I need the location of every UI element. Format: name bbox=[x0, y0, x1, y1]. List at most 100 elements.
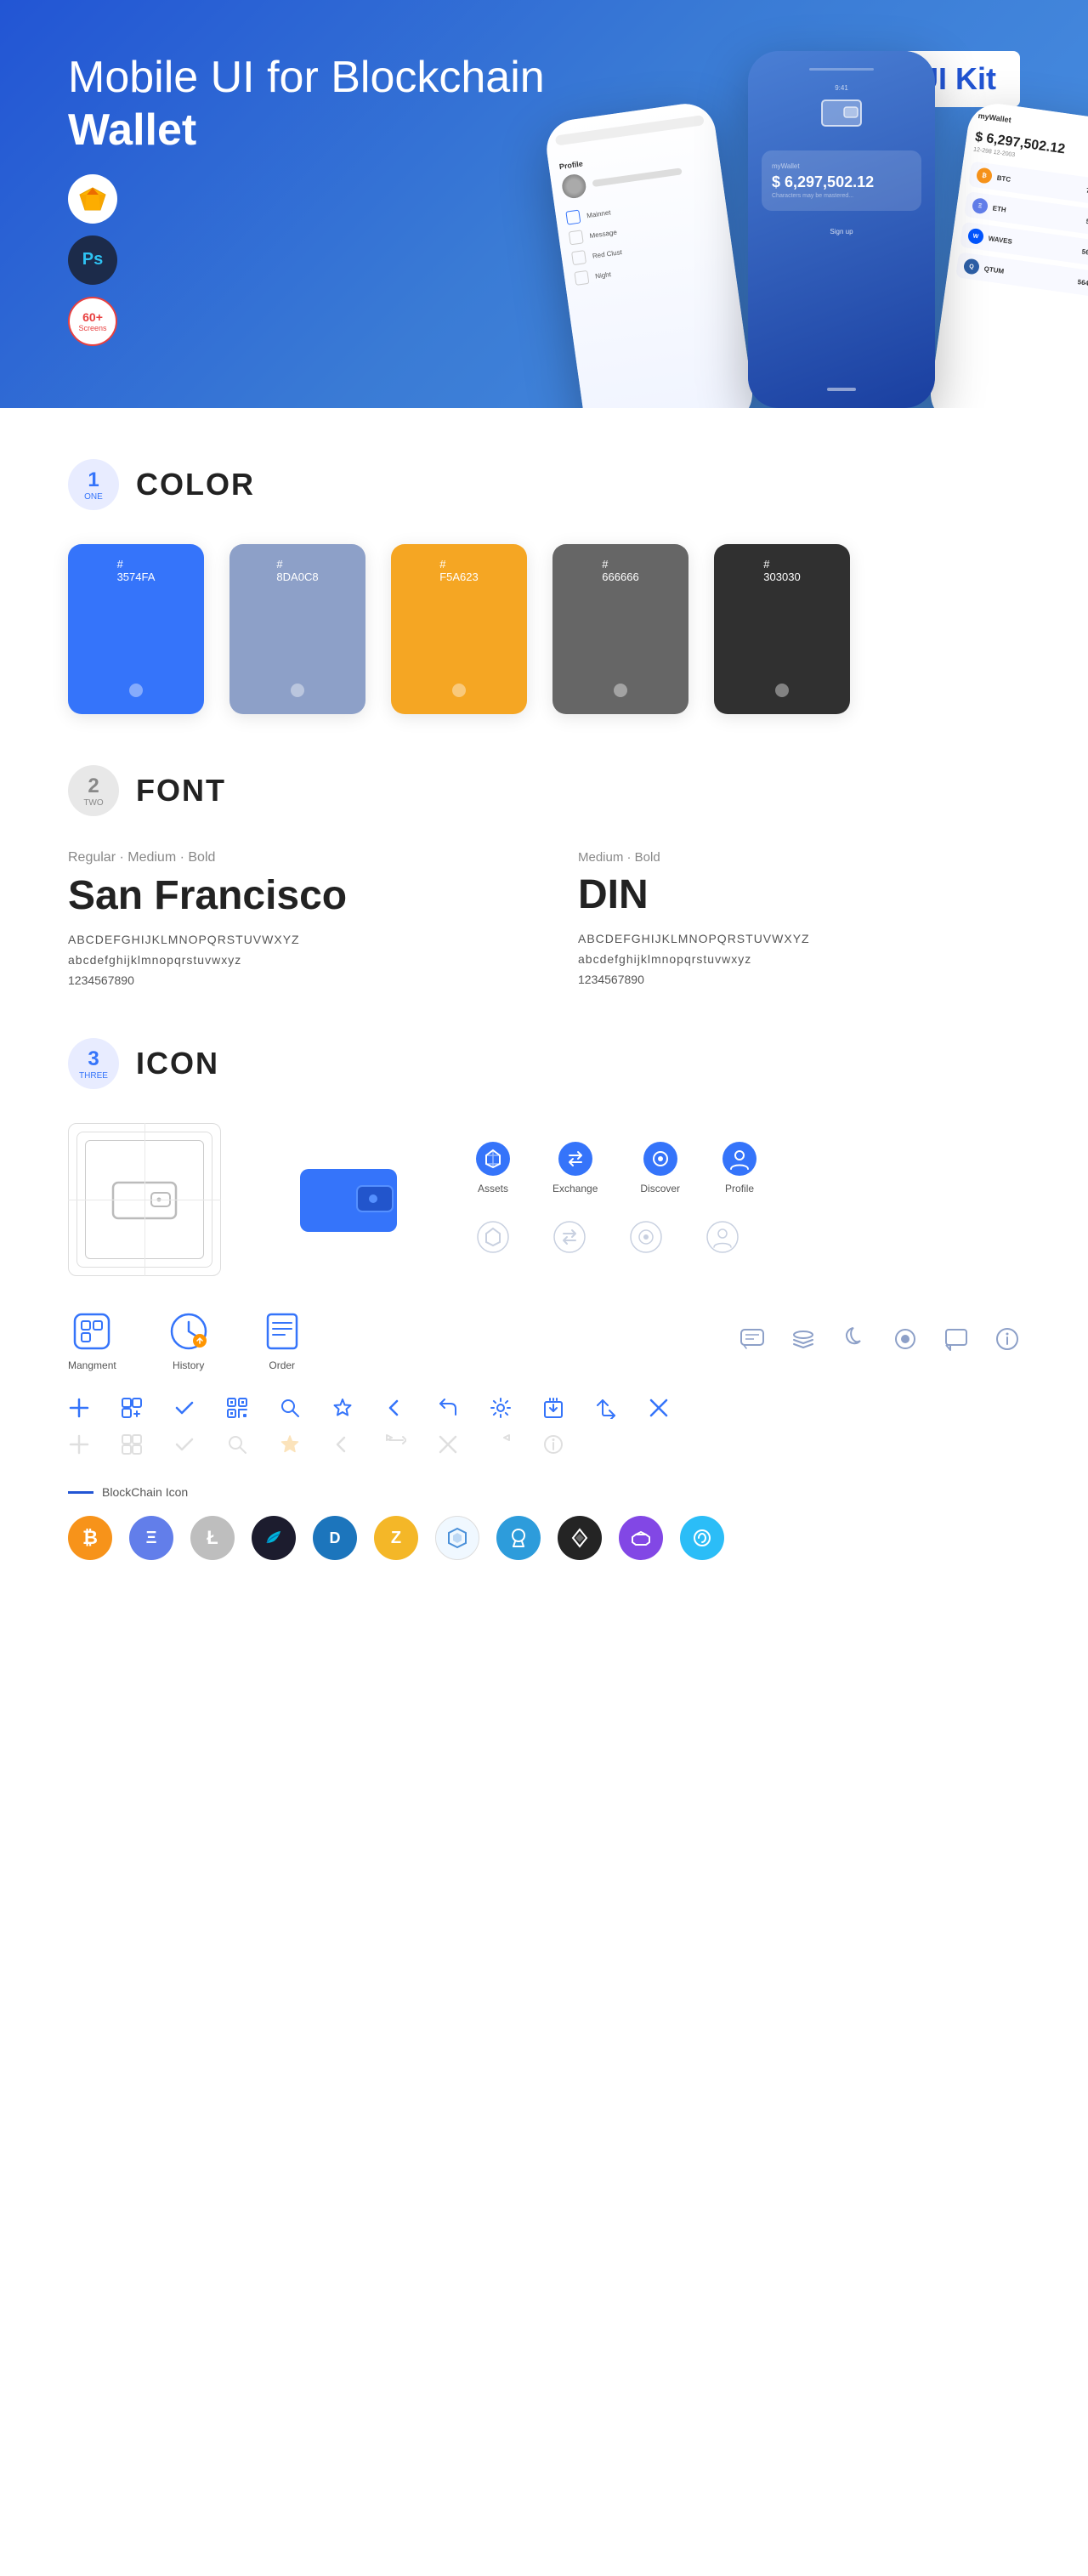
back-icon-grey bbox=[332, 1433, 354, 1460]
sketch-badge bbox=[68, 174, 117, 224]
font-title: FONT bbox=[136, 773, 226, 809]
zcash-icon: Z bbox=[374, 1516, 418, 1560]
tool-icons-grey bbox=[68, 1433, 1020, 1460]
wallet-icon-blue bbox=[272, 1123, 425, 1276]
waves-icon bbox=[252, 1516, 296, 1560]
search-icon bbox=[279, 1397, 301, 1423]
icon-top-row: Assets Exchange bbox=[68, 1123, 1020, 1276]
font-details: Regular · Medium · Bold San Francisco AB… bbox=[68, 850, 1020, 987]
font-columns: Regular · Medium · Bold San Francisco AB… bbox=[68, 850, 1020, 987]
icon-number-badge: 3 THREE bbox=[68, 1038, 119, 1089]
main-content: 1 ONE COLOR #3574FA #8DA0C8 #F5A623 #666… bbox=[0, 408, 1088, 1662]
chat-icon bbox=[740, 1326, 765, 1356]
x-icon-grey bbox=[437, 1433, 459, 1460]
replace-icon bbox=[595, 1397, 617, 1423]
font-name-din: DIN bbox=[578, 871, 1020, 918]
icon-blueprint bbox=[68, 1123, 221, 1276]
plus-icon bbox=[68, 1397, 90, 1423]
info-icon-grey bbox=[542, 1433, 564, 1460]
color-section: 1 ONE COLOR #3574FA #8DA0C8 #F5A623 #666… bbox=[68, 459, 1020, 714]
back-icon bbox=[384, 1397, 406, 1423]
nav-icons-inactive bbox=[476, 1220, 1020, 1258]
grid-icon bbox=[435, 1516, 479, 1560]
matic-icon bbox=[619, 1516, 663, 1560]
profile-label: Profile bbox=[725, 1183, 754, 1194]
nav-icons-active: Assets Exchange bbox=[476, 1142, 1020, 1194]
font-name-sf: San Francisco bbox=[68, 872, 510, 919]
redo-icon-grey bbox=[490, 1433, 512, 1460]
blockchain-line bbox=[68, 1491, 94, 1494]
icon-section: 3 THREE ICON bbox=[68, 1038, 1020, 1560]
color-swatches: #3574FA #8DA0C8 #F5A623 #666666 #303030 bbox=[68, 544, 1020, 714]
qr-icon bbox=[226, 1397, 248, 1423]
misc-icons-row bbox=[740, 1326, 1020, 1356]
search-icon-grey bbox=[226, 1433, 248, 1460]
hero-section: Mobile UI for Blockchain Wallet bbox=[0, 0, 1088, 408]
assets-label: Assets bbox=[478, 1183, 508, 1194]
assets-icon-grey bbox=[476, 1220, 510, 1258]
polygon-icon bbox=[680, 1516, 724, 1560]
screens-badge: 60+ Screens bbox=[68, 297, 117, 346]
share-icon bbox=[437, 1397, 459, 1423]
discover-label: Discover bbox=[640, 1183, 680, 1194]
aragon-icon bbox=[496, 1516, 541, 1560]
history-icon-item: History bbox=[167, 1310, 210, 1371]
management-icon-item: Mangment bbox=[68, 1310, 116, 1371]
grid-add-icon-grey bbox=[121, 1433, 143, 1460]
phone-left: Profile Mainnet Message bbox=[543, 100, 756, 408]
swatch-dark: #303030 bbox=[714, 544, 850, 714]
save-icon bbox=[542, 1397, 564, 1423]
font-section: 2 TWO FONT Regular · Medium · Bold San F… bbox=[68, 765, 1020, 987]
font-section-header: 2 TWO FONT bbox=[68, 765, 1020, 816]
check-icon-grey bbox=[173, 1433, 196, 1460]
crypto-icons-row: ₿ Ξ Ł D Z bbox=[68, 1516, 1020, 1560]
swatch-slate: #8DA0C8 bbox=[230, 544, 366, 714]
font-din: Medium · Bold DIN ABCDEFGHIJKLMNOPQRSTUV… bbox=[578, 850, 1020, 987]
info-icon bbox=[994, 1326, 1020, 1356]
assets-icon-item: Assets bbox=[476, 1142, 510, 1194]
message-icon bbox=[944, 1326, 969, 1356]
iota-icon bbox=[558, 1516, 602, 1560]
swatch-grey: #666666 bbox=[552, 544, 688, 714]
icon-section-header: 3 THREE ICON bbox=[68, 1038, 1020, 1089]
management-label: Mangment bbox=[68, 1359, 116, 1371]
layers-icon bbox=[790, 1326, 816, 1356]
font-number-badge: 2 TWO bbox=[68, 765, 119, 816]
discover-icon-item: Discover bbox=[640, 1142, 680, 1194]
phone-mockups: Profile Mainnet Message bbox=[561, 51, 1088, 408]
ps-badge: Ps bbox=[68, 235, 117, 285]
dot-icon bbox=[892, 1326, 918, 1356]
bitcoin-icon: ₿ bbox=[68, 1516, 112, 1560]
star-icon bbox=[332, 1397, 354, 1423]
color-title: COLOR bbox=[136, 467, 255, 502]
star-icon-active bbox=[279, 1433, 301, 1460]
close-icon bbox=[648, 1397, 670, 1423]
check-icon bbox=[173, 1397, 196, 1423]
swatch-blue: #3574FA bbox=[68, 544, 204, 714]
ethereum-icon: Ξ bbox=[129, 1516, 173, 1560]
color-section-header: 1 ONE COLOR bbox=[68, 459, 1020, 510]
history-label: History bbox=[173, 1359, 204, 1371]
litecoin-icon: Ł bbox=[190, 1516, 235, 1560]
mgmt-row: Mangment History bbox=[68, 1310, 1020, 1371]
phone-right: myWallet + $ 6,297,502.12 12-298 12-2003… bbox=[926, 100, 1088, 408]
exchange-icon-item: Exchange bbox=[552, 1142, 598, 1194]
color-number-badge: 1 ONE bbox=[68, 459, 119, 510]
nav-icons-area: Assets Exchange bbox=[476, 1142, 1020, 1258]
profile-icon-item: Profile bbox=[722, 1142, 756, 1194]
forward-icon-grey bbox=[384, 1433, 406, 1460]
exchange-label: Exchange bbox=[552, 1183, 598, 1194]
profile-icon-grey bbox=[706, 1220, 740, 1258]
order-icon-item: Order bbox=[261, 1310, 303, 1371]
blockchain-label: BlockChain Icon bbox=[68, 1485, 1020, 1499]
discover-icon-grey bbox=[629, 1220, 663, 1258]
grid-add-icon bbox=[121, 1397, 143, 1423]
settings-icon bbox=[490, 1397, 512, 1423]
exchange-icon-grey bbox=[552, 1220, 586, 1258]
dash-icon: D bbox=[313, 1516, 357, 1560]
tool-icons-blue bbox=[68, 1397, 1020, 1423]
hero-title: Mobile UI for Blockchain Wallet bbox=[68, 51, 578, 157]
moon-icon bbox=[842, 1326, 867, 1356]
phone-center: 9:41 myWallet $ 6,297,502.12 Characters … bbox=[748, 51, 935, 408]
font-sf: Regular · Medium · Bold San Francisco AB… bbox=[68, 850, 510, 987]
